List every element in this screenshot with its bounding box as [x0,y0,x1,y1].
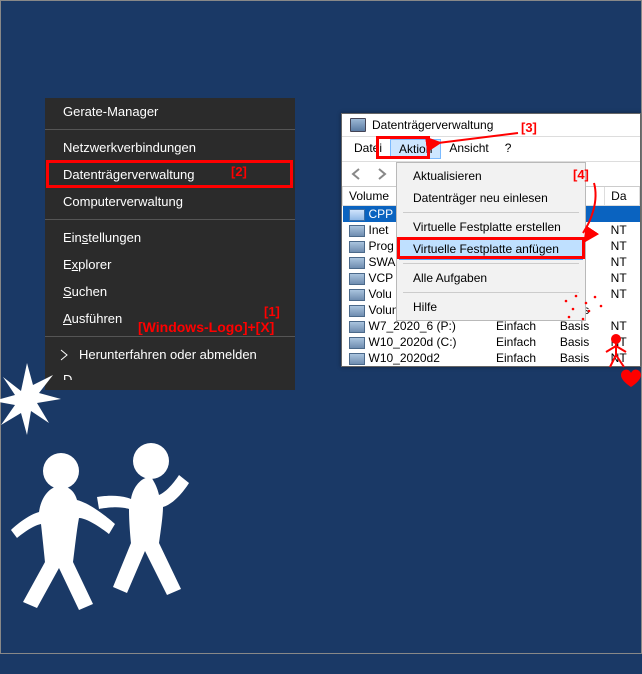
forward-icon[interactable] [370,164,392,184]
cell-fs [605,302,640,318]
cell-fs: NT [605,238,640,254]
table-row[interactable]: W10_2020d2EinfachBasisNT [343,350,640,366]
cell-volume: W10_2020d2 [343,350,490,366]
window-title: Datenträgerverwaltung [372,118,493,132]
window-titlebar: Datenträgerverwaltung [342,114,640,137]
winx-item[interactable]: Gerate-Manager [45,104,295,125]
winx-item[interactable]: Einstellungen [45,224,295,251]
dropdown-item[interactable]: Alle Aufgaben [399,267,583,289]
cell-fs: NT [605,222,640,238]
separator [45,129,295,130]
dropdown-item[interactable]: Hilfe [399,296,583,318]
winx-item-desktop[interactable]: D [45,368,295,380]
winx-item[interactable]: Explorer [45,251,295,278]
cell-type: Basis [554,350,605,366]
back-icon[interactable] [346,164,368,184]
cell-layout: Einfach [490,350,554,366]
cell-fs [605,206,640,223]
dropdown-item[interactable]: Virtuelle Festplatte erstellen [399,216,583,238]
separator [403,292,579,293]
table-row[interactable]: W10_2020d (C:)EinfachBasisNT [343,334,640,350]
cell-fs: NT [605,286,640,302]
menu-datei[interactable]: Datei [346,139,390,159]
separator [403,212,579,213]
aktion-dropdown: Aktualisieren Datenträger neu einlesen V… [396,162,586,321]
cell-layout: Einfach [490,334,554,350]
separator [403,263,579,264]
cell-fs: NT [605,318,640,334]
dropdown-item[interactable]: Aktualisieren [399,165,583,187]
chevron-right-icon [57,348,71,362]
cell-fs: NT [605,254,640,270]
disk-mgmt-icon [350,118,366,132]
winx-item-disk-mgmt[interactable]: Datenträgerverwaltung [45,161,295,188]
menu-help[interactable]: ? [497,139,520,159]
dancing-figures [0,351,241,651]
cell-type: Basis [554,334,605,350]
menubar: Datei Aktion Ansicht ? [342,137,640,162]
separator [45,336,295,337]
winx-item[interactable]: Computerverwaltung [45,188,295,215]
menu-ansicht[interactable]: Ansicht [441,139,496,159]
cell-fs: NT [605,270,640,286]
dropdown-item-attach-vhd[interactable]: Virtuelle Festplatte anfügen [399,238,583,260]
cell-fs: NT [605,334,640,350]
winx-power[interactable]: Herunterfahren oder abmelden [45,341,295,368]
menu-aktion[interactable]: Aktion [390,139,441,159]
cell-volume: W10_2020d (C:) [343,334,490,350]
col-fs[interactable]: Da [605,187,640,206]
winx-menu: Gerate-Manager Netzwerkverbindungen Date… [45,98,295,390]
winx-item[interactable]: Suchen [45,278,295,305]
winx-item[interactable]: Netzwerkverbindungen [45,134,295,161]
dropdown-item[interactable]: Datenträger neu einlesen [399,187,583,209]
winx-power-label: Herunterfahren oder abmelden [79,347,257,362]
winx-item[interactable]: Ausführen [45,305,295,332]
cell-fs: NT [605,350,640,366]
separator [45,219,295,220]
